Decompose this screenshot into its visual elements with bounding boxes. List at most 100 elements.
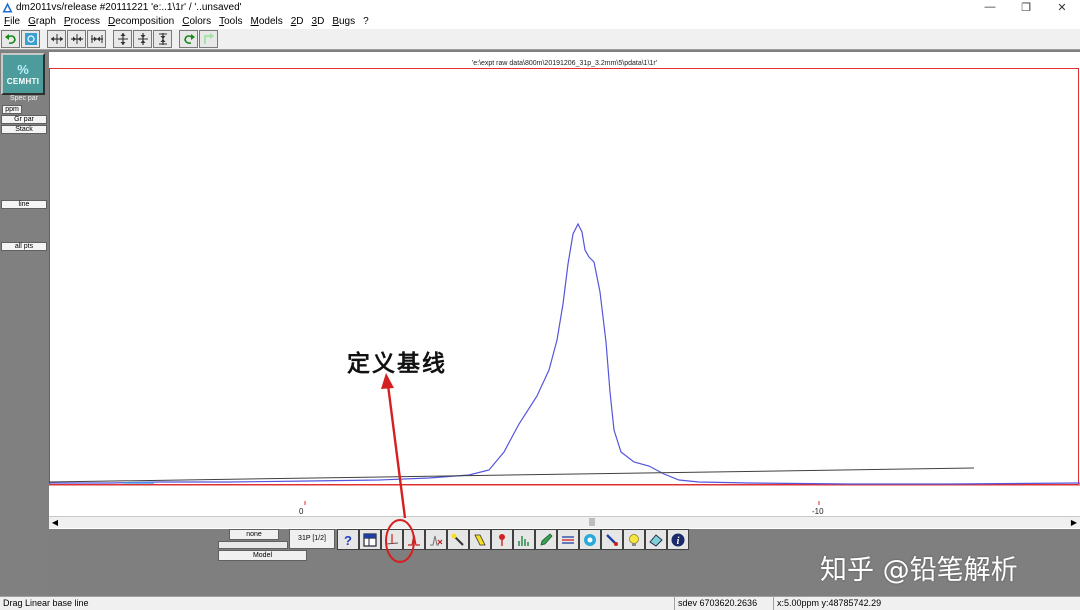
logo-mark: %: [17, 61, 29, 77]
peak-icon: [408, 534, 420, 546]
undo-icon: [4, 34, 16, 44]
watermark: 知乎 @铅笔解析: [820, 555, 1018, 586]
logo-text: CEMHTI: [6, 76, 40, 86]
scroll-right-arrow[interactable]: ▶: [1068, 517, 1080, 528]
close-button[interactable]: ✕: [1044, 0, 1080, 14]
menu-file[interactable]: File: [0, 16, 24, 27]
undo-button[interactable]: [1, 30, 20, 48]
align-tool[interactable]: [557, 529, 579, 550]
bulb-tool[interactable]: [623, 529, 645, 550]
expand-vertical-icon: [117, 33, 128, 45]
menu-bar: File Graph Process Decomposition Colors …: [0, 14, 1080, 29]
stack-button[interactable]: Stack: [1, 125, 47, 134]
baseline-line: [49, 467, 975, 483]
menu-graph[interactable]: Graph: [24, 16, 60, 27]
decomposition-toolbar: ? i: [337, 529, 689, 550]
expand-horizontal-button[interactable]: [47, 30, 66, 48]
ppm-button[interactable]: ppm: [2, 105, 22, 114]
table-tool[interactable]: [359, 529, 381, 550]
menu-colors[interactable]: Colors: [178, 16, 215, 27]
help-tool[interactable]: ?: [337, 529, 359, 550]
align-icon: [562, 535, 574, 544]
menu-3d[interactable]: 3D: [308, 16, 329, 27]
file-path: 'e:\expt raw data\800m\20191206_31p_3.2m…: [471, 60, 658, 67]
eraser-icon: [649, 533, 663, 547]
svg-text:i: i: [677, 536, 680, 547]
gr-par-button[interactable]: Gr par: [1, 115, 47, 124]
expand-horizontal-icon: [50, 34, 63, 44]
pencil-icon: [540, 532, 553, 546]
menu-bugs[interactable]: Bugs: [328, 16, 359, 27]
app-window: dm2011vs/release #20111221 'e:..1\1r' / …: [0, 0, 1080, 610]
scroll-thumb[interactable]: [589, 518, 595, 526]
up-icon: [203, 33, 214, 44]
menu-tools[interactable]: Tools: [215, 16, 246, 27]
up-button[interactable]: [199, 30, 218, 48]
all-pts-button[interactable]: all pts: [1, 242, 47, 251]
plot-frame: [49, 68, 1079, 485]
status-message: Drag Linear base line: [3, 598, 89, 608]
shrink-vertical-icon: [158, 33, 167, 45]
info-tool[interactable]: i: [667, 529, 689, 550]
info-icon: i: [671, 533, 685, 547]
title-bar: dm2011vs/release #20111221 'e:..1\1r' / …: [0, 0, 1080, 14]
menu-models[interactable]: Models: [246, 16, 286, 27]
restore-button[interactable]: ❐: [1008, 0, 1044, 14]
menu-decomposition[interactable]: Decomposition: [104, 16, 178, 27]
eraser-tool[interactable]: [645, 529, 667, 550]
cemhti-logo[interactable]: % CEMHTI: [1, 53, 45, 95]
marker-tool[interactable]: [491, 529, 513, 550]
toolbar: [0, 29, 1080, 50]
spectrum-canvas[interactable]: [49, 52, 1080, 517]
minimize-button[interactable]: —: [972, 0, 1008, 14]
expand-vertical-button[interactable]: [113, 30, 132, 48]
wand-tool[interactable]: [447, 529, 469, 550]
shrink-horizontal-button[interactable]: [87, 30, 106, 48]
model-button[interactable]: Model: [218, 550, 307, 561]
redo-button[interactable]: [179, 30, 198, 48]
x-tick-label-0: 0: [299, 507, 304, 516]
menu-help[interactable]: ?: [359, 16, 373, 27]
peak-tool[interactable]: [403, 529, 425, 550]
model-select-box[interactable]: [218, 541, 288, 549]
spectrum-bars-icon: [518, 535, 529, 546]
help-icon: ?: [344, 533, 352, 548]
nucleus-mode-indicator[interactable]: 31P [1/2]: [289, 529, 335, 549]
horizontal-scrollbar[interactable]: ◀ ▶: [49, 516, 1080, 528]
baseline-icon: [385, 533, 399, 544]
spectrum-settings-icon: [24, 33, 37, 45]
fit-horizontal-icon: [70, 34, 83, 44]
fit-vertical-button[interactable]: [133, 30, 152, 48]
pencil-tool[interactable]: [535, 529, 557, 550]
baseline-tool[interactable]: [381, 529, 403, 550]
annotation-label: 定义基线: [347, 350, 447, 377]
svg-text:?: ?: [344, 533, 352, 548]
highlight-tool[interactable]: [469, 529, 491, 550]
peak-remove-tool[interactable]: [425, 529, 447, 550]
left-panel: % CEMHTI Spec par ppm Gr par Stack line …: [0, 50, 48, 596]
line-button[interactable]: line: [1, 200, 47, 209]
shrink-vertical-button[interactable]: [153, 30, 172, 48]
table-icon: [363, 532, 377, 547]
menu-process[interactable]: Process: [60, 16, 104, 27]
spectrum-plot[interactable]: 'e:\expt raw data\800m\20191206_31p_3.2m…: [49, 52, 1080, 529]
spectrum-bars-tool[interactable]: [513, 529, 535, 550]
gear-flower-tool[interactable]: [579, 529, 601, 550]
bulb-icon: [629, 533, 639, 546]
menu-2d[interactable]: 2D: [287, 16, 308, 27]
scroll-left-arrow[interactable]: ◀: [49, 517, 61, 528]
fit-vertical-icon: [137, 33, 148, 45]
window-title: dm2011vs/release #20111221 'e:..1\1r' / …: [16, 1, 242, 13]
highlight-icon: [474, 534, 486, 545]
marker-icon: [499, 533, 505, 546]
peak-remove-icon: [430, 535, 443, 546]
status-sdev: sdev 6703620.2636: [678, 598, 758, 608]
fit-horizontal-button[interactable]: [67, 30, 86, 48]
link-tool[interactable]: [601, 529, 623, 550]
status-cursor-coords: x:5.00ppm y:48785742.29: [777, 598, 882, 608]
none-button[interactable]: none: [229, 529, 279, 540]
spec-par-button[interactable]: Spec par: [1, 95, 47, 104]
redo-icon: [183, 34, 195, 44]
spectrum-settings-button[interactable]: [21, 30, 40, 48]
wand-icon: [451, 533, 464, 546]
